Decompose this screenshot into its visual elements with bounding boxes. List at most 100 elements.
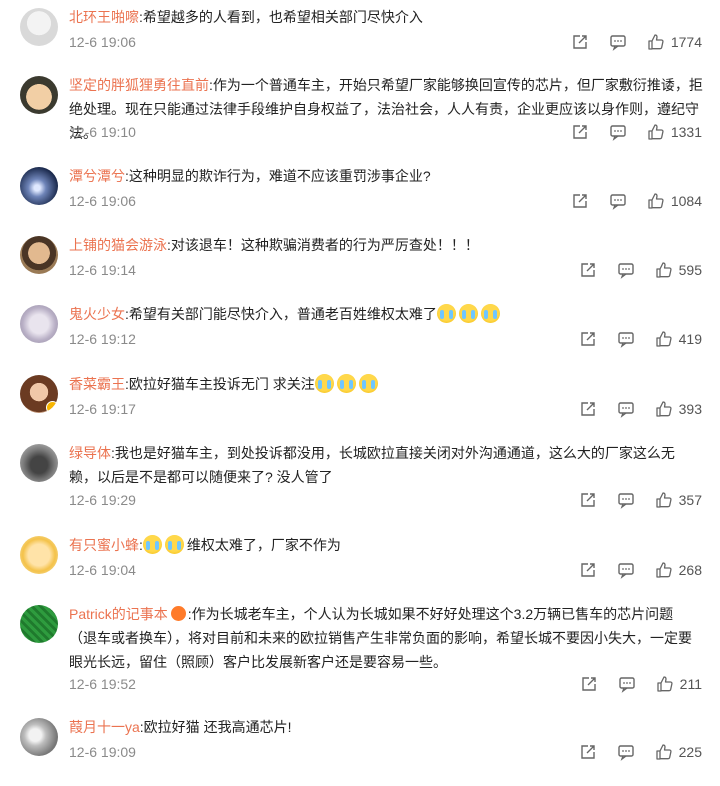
- comment-timestamp: 12-6 19:04: [69, 562, 136, 578]
- like-button[interactable]: 1331: [647, 123, 702, 141]
- crying-emoji-icon: [164, 535, 184, 554]
- comment-icon[interactable]: [617, 330, 635, 348]
- comment-icon[interactable]: [609, 192, 627, 210]
- like-count: 211: [679, 676, 702, 692]
- thumbs-up-icon: [655, 491, 673, 509]
- comment-icon[interactable]: [617, 261, 635, 279]
- comment-username[interactable]: Patrick的记事本: [69, 606, 168, 622]
- comment-timestamp: 12-6 19:06: [69, 193, 136, 209]
- like-button[interactable]: 268: [655, 561, 702, 579]
- crying-emoji-icon: [480, 304, 500, 323]
- comment-actions: 393: [579, 400, 702, 418]
- comment-actions: 595: [579, 261, 702, 279]
- thumbs-up-icon: [655, 400, 673, 418]
- like-button[interactable]: 393: [655, 400, 702, 418]
- like-count: 225: [678, 744, 702, 760]
- like-count: 1331: [670, 124, 702, 140]
- avatar[interactable]: [20, 605, 58, 643]
- share-icon[interactable]: [571, 192, 589, 210]
- avatar[interactable]: [20, 375, 58, 413]
- share-icon[interactable]: [579, 491, 597, 509]
- comment-timestamp: 12-6 19:09: [69, 744, 136, 760]
- comment-username[interactable]: 有只蜜小蜂: [69, 537, 139, 553]
- comment-text-block: 潭兮潭兮:这种明显的欺诈行为，难道不应该重罚涉事企业?: [69, 164, 699, 188]
- comment-icon[interactable]: [609, 123, 627, 141]
- crying-emoji-icon: [314, 374, 334, 393]
- comment-username[interactable]: 上铺的猫会游泳: [69, 237, 167, 253]
- comment-actions: 268: [579, 561, 702, 579]
- thumbs-up-icon: [655, 743, 673, 761]
- comment-timestamp: 12-6 19:17: [69, 401, 136, 417]
- comment-icon[interactable]: [617, 561, 635, 579]
- thumbs-up-icon: [655, 261, 673, 279]
- like-button[interactable]: 1774: [647, 33, 702, 51]
- comment-timestamp: 12-6 19:06: [69, 34, 136, 50]
- comment-body: :希望越多的人看到，也希望相关部门尽快介入: [139, 9, 423, 25]
- comment-item: 葭月十一ya:欧拉好猫 还我高通芯片! 12-6 19:09 225: [0, 718, 720, 766]
- comment-username[interactable]: 鬼火少女: [69, 306, 125, 322]
- comment-actions: 211: [580, 675, 702, 693]
- share-icon[interactable]: [579, 743, 597, 761]
- comment-item: 上铺的猫会游泳:对该退车！这种欺骗消费者的行为严厉查处！！！ 12-6 19:1…: [0, 236, 720, 284]
- like-button[interactable]: 595: [655, 261, 702, 279]
- comment-item: 绿导体:我也是好猫车主，到处投诉都没用，长城欧拉直接关闭对外沟通通道，这么大的厂…: [0, 444, 720, 516]
- avatar[interactable]: [20, 718, 58, 756]
- share-icon[interactable]: [571, 33, 589, 51]
- share-icon[interactable]: [580, 675, 598, 693]
- like-count: 1084: [670, 193, 702, 209]
- comment-text-block: 上铺的猫会游泳:对该退车！这种欺骗消费者的行为严厉查处！！！: [69, 233, 699, 257]
- comment-icon[interactable]: [618, 675, 636, 693]
- comment-body: 维权太难了，厂家不作为: [186, 537, 341, 553]
- comment-icon[interactable]: [617, 400, 635, 418]
- thumbs-up-icon: [655, 330, 673, 348]
- comment-icon[interactable]: [609, 33, 627, 51]
- avatar[interactable]: [20, 76, 58, 114]
- share-icon[interactable]: [579, 400, 597, 418]
- vip-badge-icon: [170, 606, 186, 621]
- comment-item: Patrick的记事本:作为长城老车主，个人认为长城如果不好好处理这个3.2万辆…: [0, 605, 720, 695]
- crying-emoji-icon: [336, 374, 356, 393]
- comment-username[interactable]: 潭兮潭兮: [69, 168, 125, 184]
- comment-username[interactable]: 北环王啪嚓: [69, 9, 139, 25]
- like-button[interactable]: 1084: [647, 192, 702, 210]
- share-icon[interactable]: [571, 123, 589, 141]
- comment-text-block: 鬼火少女:希望有关部门能尽快介入，普通老百姓维权太难了: [69, 302, 699, 326]
- avatar[interactable]: [20, 8, 58, 46]
- avatar[interactable]: [20, 536, 58, 574]
- comment-icon[interactable]: [617, 743, 635, 761]
- like-count: 268: [678, 562, 702, 578]
- comment-username[interactable]: 绿导体: [69, 445, 111, 461]
- thumbs-up-icon: [656, 675, 674, 693]
- comment-icon[interactable]: [617, 491, 635, 509]
- avatar[interactable]: [20, 167, 58, 205]
- avatar[interactable]: [20, 305, 58, 343]
- comment-username[interactable]: 葭月十一ya: [69, 719, 140, 735]
- thumbs-up-icon: [647, 33, 665, 51]
- comment-actions: 419: [579, 330, 702, 348]
- comment-actions: 1331: [571, 123, 702, 141]
- comment-item: 坚定的胖狐狸勇往直前:作为一个普通车主，开始只希望厂家能够换回宣传的芯片，但厂家…: [0, 76, 720, 148]
- avatar[interactable]: [20, 236, 58, 274]
- comment-timestamp: 12-6 19:14: [69, 262, 136, 278]
- comment-item: 潭兮潭兮:这种明显的欺诈行为，难道不应该重罚涉事企业? 12-6 19:06 1…: [0, 167, 720, 215]
- crying-emoji-icon: [142, 535, 162, 554]
- like-button[interactable]: 419: [655, 330, 702, 348]
- like-button[interactable]: 211: [656, 675, 702, 693]
- comment-actions: 357: [579, 491, 702, 509]
- verified-badge-icon: [46, 401, 58, 413]
- comment-text-block: 有只蜜小蜂: 维权太难了，厂家不作为: [69, 533, 699, 557]
- like-count: 357: [678, 492, 702, 508]
- like-button[interactable]: 357: [655, 491, 702, 509]
- comment-text-block: 北环王啪嚓:希望越多的人看到，也希望相关部门尽快介入: [69, 5, 699, 29]
- comment-actions: 225: [579, 743, 702, 761]
- comment-username[interactable]: 香菜霸王: [69, 376, 125, 392]
- comment-body: :对该退车！这种欺骗消费者的行为严厉查处！！！: [167, 237, 479, 253]
- comment-username[interactable]: 坚定的胖狐狸勇往直前: [69, 77, 209, 93]
- share-icon[interactable]: [579, 330, 597, 348]
- share-icon[interactable]: [579, 561, 597, 579]
- like-button[interactable]: 225: [655, 743, 702, 761]
- comment-text-block: Patrick的记事本:作为长城老车主，个人认为长城如果不好好处理这个3.2万辆…: [69, 602, 701, 674]
- like-count: 419: [678, 331, 702, 347]
- share-icon[interactable]: [579, 261, 597, 279]
- avatar[interactable]: [20, 444, 58, 482]
